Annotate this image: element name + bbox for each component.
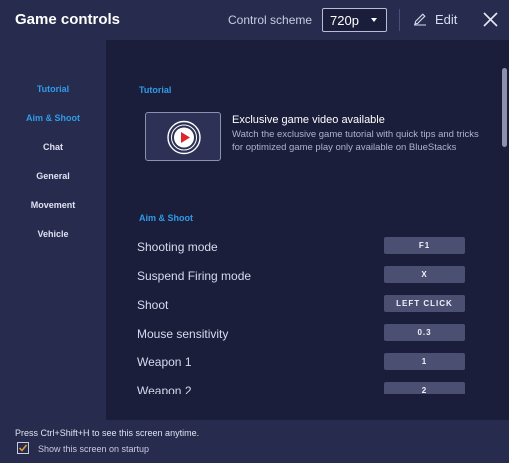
control-label-suspend-firing: Suspend Firing mode — [137, 269, 252, 283]
tutorial-video-info: Exclusive game video available Watch the… — [232, 113, 492, 154]
checkmark-icon — [18, 444, 28, 452]
chevron-down-icon — [371, 18, 377, 22]
control-label-shooting-mode: Shooting mode — [137, 240, 218, 254]
controls-panel[interactable]: Tutorial Exclusive game video available … — [106, 40, 509, 394]
keybind-shooting-mode[interactable]: F1 — [384, 237, 465, 254]
section-heading-tutorial: Tutorial — [139, 85, 172, 95]
keybind-suspend-firing[interactable]: X — [384, 266, 465, 283]
sidebar-item-general[interactable]: General — [0, 171, 106, 181]
shortcut-hint: Press Ctrl+Shift+H to see this screen an… — [15, 428, 200, 438]
control-label-weapon-2: Weapon 2 — [137, 384, 192, 394]
control-label-mouse-sensitivity: Mouse sensitivity — [137, 327, 229, 341]
sidebar-item-tutorial[interactable]: Tutorial — [0, 84, 106, 94]
close-button[interactable] — [480, 10, 500, 30]
sidebar: Tutorial Aim & Shoot Chat General Moveme… — [0, 40, 106, 420]
control-scheme-select[interactable]: 720p — [322, 8, 387, 32]
footer: Press Ctrl+Shift+H to see this screen an… — [0, 420, 509, 463]
section-heading-aim-shoot: Aim & Shoot — [139, 213, 193, 223]
keybind-weapon-1[interactable]: 1 — [384, 353, 465, 370]
video-description: Watch the exclusive game tutorial with q… — [232, 129, 479, 153]
sidebar-item-vehicle[interactable]: Vehicle — [0, 229, 106, 239]
sidebar-item-movement[interactable]: Movement — [0, 200, 106, 210]
control-scheme-value: 720p — [330, 13, 359, 28]
sidebar-item-chat[interactable]: Chat — [0, 142, 106, 152]
keybind-mouse-sensitivity[interactable]: 0.3 — [384, 324, 465, 341]
keybind-weapon-2[interactable]: 2 — [384, 382, 465, 394]
close-icon — [483, 12, 498, 27]
video-title: Exclusive game video available — [232, 114, 385, 126]
edit-button[interactable]: Edit — [413, 9, 465, 31]
edit-icon — [414, 13, 426, 26]
control-scheme-label: Control scheme — [228, 13, 313, 27]
edit-label: Edit — [435, 12, 458, 27]
control-label-shoot: Shoot — [137, 298, 169, 312]
page-title: Game controls — [15, 11, 121, 28]
scrollbar-thumb[interactable] — [502, 68, 507, 147]
divider — [399, 9, 400, 31]
sidebar-item-aim-shoot[interactable]: Aim & Shoot — [0, 113, 106, 123]
keybind-shoot[interactable]: LEFT CLICK — [384, 295, 465, 312]
startup-checkbox-label[interactable]: Show this screen on startup — [38, 444, 149, 454]
title-bar: Game controls Control scheme 720p Edit — [0, 0, 509, 40]
tutorial-video-card[interactable] — [145, 112, 221, 161]
play-icon — [167, 120, 201, 155]
control-label-weapon-1: Weapon 1 — [137, 355, 192, 369]
startup-checkbox[interactable] — [17, 442, 29, 454]
